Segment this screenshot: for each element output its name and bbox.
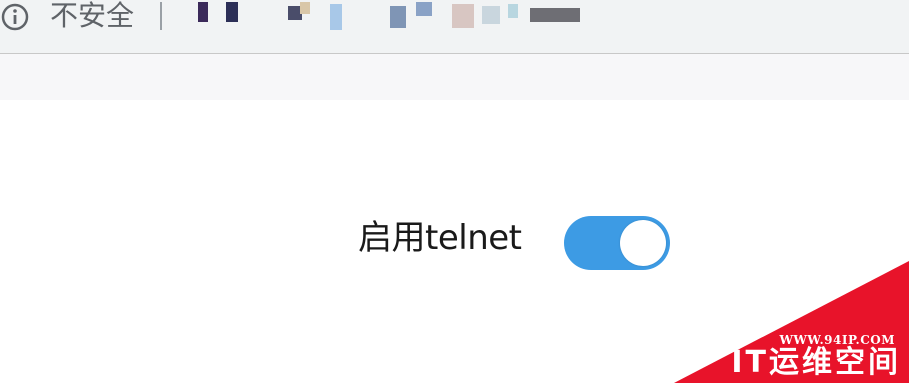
toggle-knob[interactable] bbox=[620, 220, 666, 266]
watermark: WWW.94IP.COM IT运维空间 bbox=[674, 261, 909, 383]
info-circle-icon[interactable] bbox=[0, 2, 30, 32]
address-bar[interactable]: 不安全 bbox=[0, 0, 909, 54]
obscured-url[interactable] bbox=[190, 0, 600, 34]
telnet-setting-label: 启用telnet bbox=[358, 218, 522, 258]
security-status-label[interactable]: 不安全 bbox=[50, 0, 134, 32]
watermark-name: IT运维空间 bbox=[731, 345, 901, 380]
telnet-toggle-switch[interactable] bbox=[564, 216, 670, 270]
toolbar-strip bbox=[0, 54, 909, 100]
url-divider bbox=[160, 2, 162, 30]
